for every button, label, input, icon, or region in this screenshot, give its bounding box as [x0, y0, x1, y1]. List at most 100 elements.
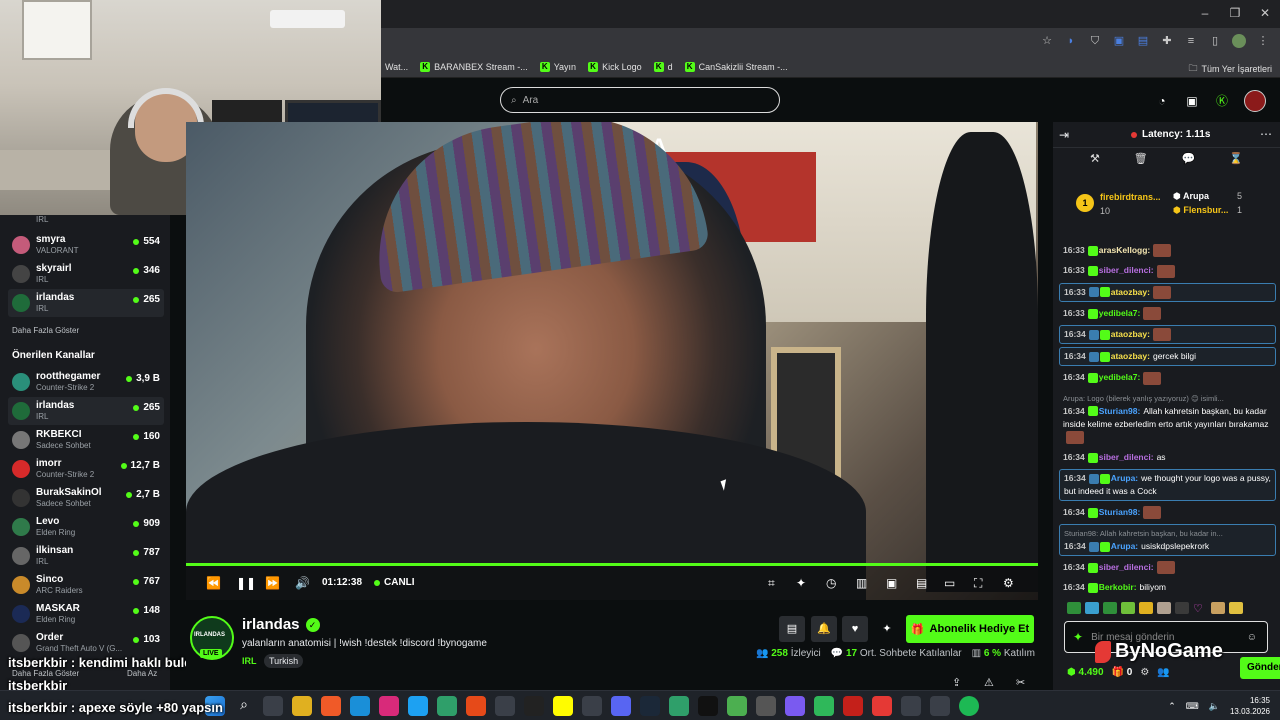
stream-category-link[interactable]: IRL [242, 656, 257, 666]
bookmark-item[interactable]: K BARANBEX Stream -... [420, 61, 528, 72]
bookmark-item[interactable]: Wat... [385, 62, 408, 72]
sparkle-icon[interactable]: ✦ [1073, 630, 1083, 644]
emote-icon[interactable] [1229, 602, 1243, 614]
minimize-icon[interactable]: – [1190, 6, 1220, 20]
app-icon[interactable] [843, 696, 863, 716]
chat-username[interactable]: Sturian98: [1099, 406, 1141, 416]
search-icon[interactable]: ⌕ [234, 696, 254, 716]
bookmark-item[interactable]: K CanSakizlii Stream -... [684, 61, 788, 72]
trash-icon[interactable]: 🗑 [1134, 152, 1148, 174]
chat-username[interactable]: Sturian98: [1099, 507, 1141, 517]
show-more-recommended-link[interactable]: Daha Fazla Göster [12, 669, 79, 678]
recommended-channel-active[interactable]: irlandas IRL 265 [8, 397, 164, 425]
app-icon[interactable] [437, 696, 457, 716]
discord-icon[interactable] [611, 696, 631, 716]
followed-channel-active[interactable]: irlandas IRL 265 [8, 289, 164, 317]
bookmark-item[interactable]: K Kick Logo [588, 61, 642, 72]
volume-tray-icon[interactable]: 🔈 [1209, 701, 1220, 712]
all-bookmarks-button[interactable]: 🗀 Tüm Yer İşaretleri [1188, 61, 1272, 77]
hammer-icon[interactable]: ⚒ [1090, 152, 1100, 174]
app-icon[interactable] [582, 696, 602, 716]
heart-emote-icon[interactable]: ♡ [1193, 602, 1207, 615]
extensions-puzzle-icon[interactable]: ✚ [1160, 34, 1174, 48]
app-icon[interactable] [785, 696, 805, 716]
tiktok-icon[interactable] [698, 696, 718, 716]
clip-scissors-icon[interactable]: ✂ [1016, 676, 1025, 689]
clips-icon[interactable]: ◔ [1154, 93, 1170, 109]
stats-icon[interactable]: ▥ [856, 575, 867, 591]
gift-sparkle-icon[interactable]: ✦ [874, 616, 900, 642]
app-icon[interactable] [466, 696, 486, 716]
chat-username[interactable]: ataozbay: [1111, 287, 1150, 297]
restore-icon[interactable]: ❐ [1220, 6, 1250, 20]
user-avatar[interactable] [1244, 90, 1266, 112]
emote-icon[interactable] [1085, 602, 1099, 614]
recommended-channel[interactable]: Order Grand Theft Auto V (G... 103 [8, 629, 164, 657]
chat-username[interactable]: Berkobir: [1099, 582, 1137, 592]
split-view-icon[interactable]: ▯ [1208, 34, 1222, 48]
chat-username[interactable]: siber_dilenci: [1099, 562, 1154, 572]
show-less-recommended-link[interactable]: Daha Az [127, 669, 157, 678]
chat-menu-icon[interactable]: ⋯ [1260, 127, 1272, 141]
recommended-channel[interactable]: MASKAR Elden Ring 148 [8, 600, 164, 628]
chat-reply-preview[interactable]: Arupa: Logo (bilerek yanlış yazıyoruz) 😊… [1063, 392, 1272, 405]
network-icon[interactable]: ⌨ [1186, 701, 1199, 712]
followed-channel[interactable]: skyrairl IRL 346 [8, 260, 164, 288]
chat-settings-gear-icon[interactable]: ⚙ [1140, 667, 1149, 678]
points-display[interactable]: ⬢ 4.490 [1067, 667, 1104, 678]
extension-translate-icon[interactable]: ◗ [1064, 34, 1078, 48]
taskbar-clock[interactable]: 16:35 13.03.2026 [1230, 695, 1270, 717]
pause-icon[interactable]: ❚❚ [236, 575, 256, 591]
recommended-channel[interactable]: ilkinsan IRL 787 [8, 542, 164, 570]
search-input[interactable]: ⌕ Ara [500, 87, 780, 113]
emote-icon[interactable] [1157, 602, 1171, 614]
kick-logo-icon[interactable]: Ⓚ [1214, 93, 1230, 109]
bookmark-star-icon[interactable]: ☆ [1040, 34, 1054, 48]
steam-icon[interactable] [640, 696, 660, 716]
chat-username[interactable]: ataozbay: [1111, 329, 1150, 339]
report-warning-icon[interactable]: ⚠ [984, 676, 994, 689]
yandex-icon[interactable] [872, 696, 892, 716]
chat-username[interactable]: Arupa: [1111, 473, 1138, 483]
notification-bell-icon[interactable]: 🔔 [811, 616, 837, 642]
emote-icon[interactable] [1211, 602, 1225, 614]
edge-browser-icon[interactable] [350, 696, 370, 716]
recommended-channel[interactable]: BurakSakinOl Sadece Sohbet 2,7 B [8, 484, 164, 512]
video-player[interactable]: DURMA ⏪ ❚❚ ⏩ 🔊 01:12:38 CANLI ⌗ ✦ ◷ ▥ ▣ … [186, 122, 1038, 600]
chat-username[interactable]: arasKellogg: [1099, 245, 1151, 255]
fast-forward-icon[interactable]: ⏩ [265, 575, 280, 591]
gift-count[interactable]: 🎁 0 [1112, 667, 1133, 678]
chat-username[interactable]: yedibela7: [1099, 308, 1141, 318]
app-icon[interactable] [930, 696, 950, 716]
chat-bubble-icon[interactable]: 💬 [1182, 152, 1196, 174]
chat-username[interactable]: yedibela7: [1099, 372, 1141, 382]
language-tag[interactable]: Turkish [264, 654, 304, 668]
mini-player-icon[interactable]: ▣ [886, 575, 897, 591]
streamer-name[interactable]: irlandas ✓ [242, 616, 320, 633]
task-view-icon[interactable] [263, 696, 283, 716]
chat-reply-preview[interactable]: Sturian98: Allah kahretsin başkan, bu ka… [1064, 527, 1271, 540]
recommended-channel[interactable]: rootthegamer Counter-Strike 2 3,9 B [8, 368, 164, 396]
speedometer-icon[interactable] [495, 696, 515, 716]
extension-shield-icon[interactable]: ⛉ [1088, 34, 1102, 48]
extension-screen-icon[interactable]: ▤ [1136, 34, 1150, 48]
gift-subscription-button[interactable]: 🎁 Abonelik Hediye Et [906, 615, 1034, 643]
recommended-channel[interactable]: imorr Counter-Strike 2 12,7 B [8, 455, 164, 483]
spotify-icon[interactable] [959, 696, 979, 716]
emoji-icon[interactable]: ☺ [1247, 632, 1257, 643]
recommended-channel[interactable]: Levo Elden Ring 909 [8, 513, 164, 541]
cast-icon[interactable]: ▤ [916, 575, 927, 591]
clip-crop-icon[interactable]: ⌗ [768, 575, 775, 591]
bookmark-item[interactable]: Kd [653, 61, 673, 72]
tray-chevron-icon[interactable]: ⌃ [1168, 701, 1176, 712]
send-button[interactable]: Gönder [1240, 657, 1280, 679]
epic-games-icon[interactable] [524, 696, 544, 716]
bookmark-item[interactable]: K Yayın [539, 61, 576, 72]
emote-icon[interactable] [1067, 602, 1081, 614]
show-more-followed-link[interactable]: Daha Fazla Göster [12, 326, 79, 335]
recommended-channel[interactable]: RKBEKCI Sadece Sohbet 160 [8, 426, 164, 454]
snapchat-icon[interactable] [553, 696, 573, 716]
fullscreen-icon[interactable]: ⛶ [974, 575, 982, 591]
chat-username[interactable]: ataozbay: [1111, 351, 1150, 361]
users-icon[interactable]: 👥 [1157, 667, 1169, 678]
